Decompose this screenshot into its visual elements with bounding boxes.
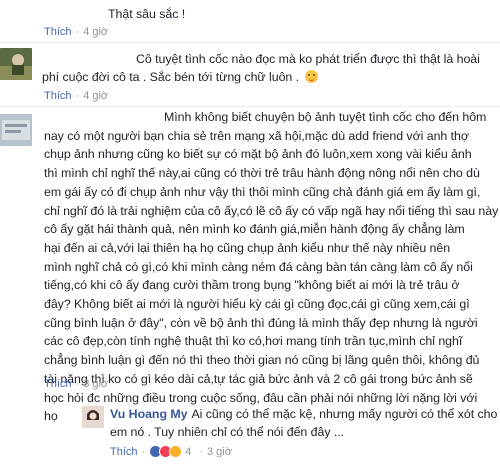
divider	[0, 106, 500, 107]
avatar-image	[0, 114, 32, 146]
comment-text: Cô tuyệt tình cốc nào đọc mà ko phát tri…	[136, 52, 480, 66]
separator-dot: ·	[75, 26, 80, 38]
reaction-summary[interactable]: 4	[149, 445, 191, 458]
reply-author[interactable]: Vu Hoang My	[110, 407, 188, 421]
separator-dot: ·	[141, 445, 146, 458]
reply-text: em nó . Tuy nhiên chỉ có thể nói đến đây…	[110, 425, 345, 439]
timestamp[interactable]: 4 giờ	[83, 90, 108, 102]
timestamp[interactable]: 3 giờ	[83, 378, 108, 390]
comment-text: Thật sâu sắc !	[108, 7, 186, 21]
like-button[interactable]: Thích	[44, 378, 72, 390]
like-button[interactable]: Thích	[44, 26, 72, 38]
like-button[interactable]: Thích	[110, 446, 138, 458]
reply-meta: Thích · 4 · 3 giờ	[110, 445, 232, 458]
comment-text: Mình không biết chuyện bộ ảnh tuyệt tình…	[44, 110, 499, 424]
comment-meta: Thích · 3 giờ	[44, 378, 108, 390]
reply-text: Vu Hoang My Ai cũng có thể mặc kệ, nhưng …	[110, 407, 498, 421]
reply-avatar[interactable]	[82, 406, 104, 428]
separator-dot: ·	[75, 90, 80, 102]
timestamp[interactable]: 3 giờ	[207, 446, 232, 458]
avatar[interactable]	[0, 48, 32, 80]
separator-dot: ·	[199, 445, 203, 458]
comment-meta: Thích · 4 giờ	[44, 90, 108, 102]
avatar[interactable]	[0, 114, 32, 146]
comment-meta: Thích · 4 giờ	[44, 26, 108, 38]
avatar-image	[82, 406, 104, 428]
kissing-emoji-icon	[305, 70, 319, 83]
divider	[0, 42, 500, 43]
comment-text: phí cuộc đời cô ta . Sắc bén tới từng ch…	[42, 68, 319, 87]
avatar-image	[0, 48, 32, 80]
like-button[interactable]: Thích	[44, 90, 72, 102]
timestamp[interactable]: 4 giờ	[83, 26, 108, 38]
reaction-count: 4	[185, 445, 192, 458]
separator-dot: ·	[75, 378, 80, 390]
wow-reaction-icon	[169, 445, 183, 458]
